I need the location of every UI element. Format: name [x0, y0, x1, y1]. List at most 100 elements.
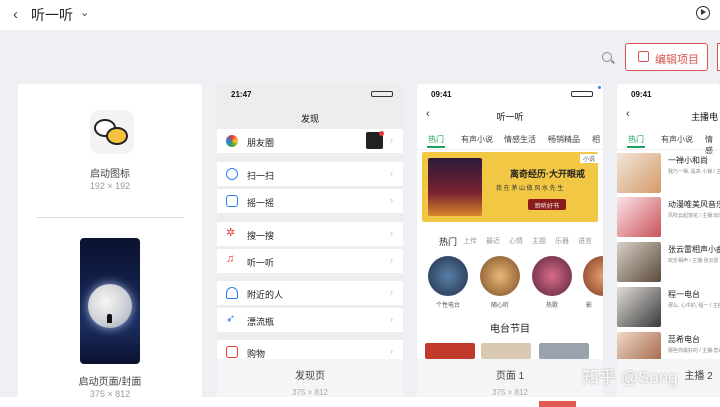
- back-icon[interactable]: ‹: [626, 108, 630, 120]
- radio-label: 影: [585, 303, 592, 309]
- menu-item-label: 听一听: [247, 258, 275, 268]
- tab-hot[interactable]: 热门: [628, 134, 644, 145]
- category-item[interactable]: 热门: [439, 235, 457, 248]
- silhouette: [107, 314, 112, 323]
- category-item[interactable]: 最近: [486, 236, 500, 246]
- tab-bar: 热门 有声小说 情感生活 畅销精品 相: [417, 132, 603, 150]
- battery-icon: [571, 91, 593, 97]
- chevron-down-icon[interactable]: ⌄: [80, 6, 89, 19]
- play-icon[interactable]: [696, 6, 710, 20]
- status-time: 09:41: [431, 90, 452, 99]
- section-title: 电台节目: [490, 324, 530, 335]
- tab-bestseller[interactable]: 畅销精品: [548, 134, 580, 145]
- icon-label: 启动图标: [90, 169, 130, 180]
- menu-item-shake[interactable]: 摇一摇 ›: [217, 189, 403, 213]
- app-icon: [90, 110, 134, 154]
- tab-more[interactable]: 相: [592, 134, 600, 145]
- nearby-icon: [226, 287, 238, 299]
- chat-bubble-icon: [106, 127, 128, 145]
- list-item[interactable]: 程一电台 那么, 心中的, 程一 / 主播:程一电台: [617, 284, 720, 330]
- menu-item-moments[interactable]: 朋友圈 ›: [217, 129, 403, 153]
- menu-item-search[interactable]: ✲ 搜一搜 ›: [217, 222, 403, 246]
- search-star-icon: ✲: [226, 227, 236, 239]
- bottom-bar: [0, 397, 720, 407]
- back-icon[interactable]: ‹: [13, 6, 18, 23]
- list-item[interactable]: 一禅小和尚 我乃一禅, 是高 小禅 / 主播:一禅小和: [617, 150, 720, 196]
- category-item[interactable]: 乐器: [555, 236, 569, 246]
- list-item[interactable]: 动漫唯美风音乐 风吹云起落花 / 主播:动漫唯美风: [617, 194, 720, 240]
- radio-cover[interactable]: [428, 256, 468, 296]
- radio-cover[interactable]: [583, 256, 603, 296]
- menu-item-label: 漂流瓶: [247, 317, 275, 327]
- status-time: 09:41: [631, 90, 652, 99]
- listen-book-button[interactable]: 聆听好书: [528, 199, 566, 210]
- tab-hot[interactable]: 热门: [428, 134, 444, 145]
- radio-cover[interactable]: [532, 256, 572, 296]
- edit-project-label: 编辑项目: [655, 54, 699, 66]
- menu-item-nearby[interactable]: 附近的人 ›: [217, 281, 403, 305]
- discover-screen-card[interactable]: 21:47 发现 朋友圈 › 扫一扫 › 摇一摇 › ✲ 搜一搜 › ♫ 听一听…: [217, 84, 403, 407]
- menu-item-listen[interactable]: ♫ 听一听 ›: [217, 249, 403, 273]
- splash-image[interactable]: [80, 238, 140, 364]
- anchor-screen-card[interactable]: 09:41 ‹ 主播电 热门 有声小说 情感 一禅小和尚 我乃一禅, 是高 小禅…: [617, 84, 720, 407]
- program-thumb[interactable]: [481, 343, 531, 359]
- menu-item-label: 搜一搜: [247, 231, 275, 241]
- divider: [36, 217, 184, 218]
- edit-icon: [638, 51, 649, 62]
- tab-bar: 热门 有声小说 情感: [617, 132, 720, 155]
- program-tiles: [423, 343, 603, 359]
- tab-audiobook[interactable]: 有声小说: [461, 134, 493, 145]
- anchor-cover: [617, 242, 661, 282]
- banner-subtitle: 我 在 茅 山 做 风 水 先 生: [496, 186, 564, 192]
- menu-item-label: 朋友圈: [247, 138, 275, 148]
- anchor-title: 一禅小和尚: [668, 156, 708, 165]
- radio-label: 热歌: [545, 303, 558, 309]
- promo-banner[interactable]: 小说 离奇经历·大开眼戒 我 在 茅 山 做 风 水 先 生 聆听好书: [422, 152, 598, 222]
- menu-item-scan[interactable]: 扫一扫 ›: [217, 162, 403, 186]
- scan-icon: [226, 168, 238, 180]
- chevron-right-icon: ›: [390, 346, 393, 356]
- radio-cover[interactable]: [480, 256, 520, 296]
- category-item[interactable]: 心情: [509, 236, 523, 246]
- anchor-desc: 那么, 心中的, 程一 / 主播:程一电台: [668, 303, 720, 309]
- menu-item-label: 摇一摇: [247, 198, 275, 208]
- category-item[interactable]: 语言: [578, 236, 592, 246]
- bottom-action-button[interactable]: [539, 401, 576, 407]
- listen-screen-card[interactable]: 09:41 ‹ 听一听 热门 有声小说 情感生活 畅销精品 相 小说 离奇经历·…: [417, 84, 603, 407]
- anchor-title: 动漫唯美风音乐: [668, 200, 720, 209]
- program-thumb[interactable]: [425, 343, 475, 359]
- search-icon[interactable]: [602, 52, 612, 62]
- anchor-desc: 那些你最好的 / 主播:蕊希: [668, 348, 720, 354]
- program-thumb[interactable]: [539, 343, 589, 359]
- anchor-cover: [617, 197, 661, 237]
- notification-dot: [379, 131, 384, 136]
- tab-indicator: [627, 146, 645, 148]
- screen-size: 375 × 812: [292, 388, 328, 397]
- status-bar: 09:41: [617, 84, 720, 106]
- anchor-cover: [617, 153, 661, 193]
- banner-title: 离奇经历·大开眼戒: [510, 169, 585, 179]
- chevron-right-icon: ›: [390, 255, 393, 265]
- screen-title: 发现: [300, 114, 319, 124]
- menu-item-label: 扫一扫: [247, 171, 275, 181]
- category-item[interactable]: 主题: [532, 236, 546, 246]
- tab-emotion[interactable]: 情感生活: [504, 134, 536, 145]
- watermark: 知乎 @Song: [582, 368, 678, 387]
- chevron-right-icon: ›: [390, 168, 393, 178]
- edit-project-button[interactable]: 编辑项目: [625, 43, 708, 71]
- launch-assets-card[interactable]: 启动图标 192 × 192 启动页面/封面 375 × 812: [18, 84, 202, 407]
- radio-label: 随心听: [490, 303, 509, 309]
- screen-title: 听一听: [496, 112, 524, 122]
- music-icon: ♫: [226, 253, 235, 265]
- tab-audiobook[interactable]: 有声小说: [661, 134, 693, 145]
- splash-label: 启动页面/封面: [78, 377, 142, 388]
- anchor-desc: 风吹云起落花 / 主播:动漫唯美风: [668, 213, 720, 219]
- menu-item-bottle[interactable]: ➶ 漂流瓶 ›: [217, 308, 403, 332]
- category-item[interactable]: 上传: [463, 236, 477, 246]
- chevron-right-icon: ›: [390, 195, 393, 205]
- chevron-right-icon: ›: [390, 314, 393, 324]
- list-item[interactable]: 张云雷相声小曲 欢乐相声 / 主播:张云雷: [617, 239, 720, 285]
- icon-size: 192 × 192: [89, 181, 131, 191]
- anchor-cover: [617, 287, 661, 327]
- screen-name: 发现页: [295, 371, 325, 382]
